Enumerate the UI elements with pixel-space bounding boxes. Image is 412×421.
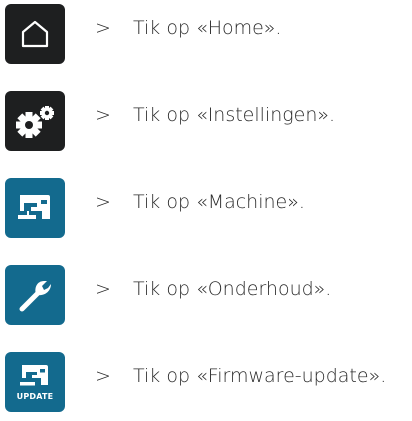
step-maintenance: > Tik op «Onderhoud». <box>0 265 412 325</box>
step-home: > Tik op «Home». <box>0 4 412 64</box>
step-settings: > Tik op «Instellingen». <box>0 91 412 151</box>
maintenance-button[interactable] <box>5 265 65 325</box>
firmware-update-button[interactable]: UPDATE <box>5 352 65 412</box>
home-icon <box>21 20 49 48</box>
step-text: Tik op «Home». <box>133 17 282 39</box>
step-bullet: > <box>95 104 111 126</box>
sewing-machine-icon <box>18 195 50 219</box>
wrench-icon <box>19 281 51 312</box>
step-bullet: > <box>95 365 111 387</box>
step-machine: > Tik op «Machine». <box>0 178 412 238</box>
settings-button[interactable] <box>5 91 65 151</box>
machine-button[interactable] <box>5 178 65 238</box>
step-bullet: > <box>95 17 111 39</box>
update-icon-label: UPDATE <box>16 392 54 401</box>
step-bullet: > <box>95 278 111 300</box>
step-text: Tik op «Onderhoud». <box>133 278 332 300</box>
firmware-update-icon <box>20 365 48 386</box>
step-bullet: > <box>95 191 111 213</box>
home-button[interactable] <box>5 4 65 64</box>
gears-icon <box>16 106 54 138</box>
step-text: Tik op «Firmware-update». <box>133 365 387 387</box>
step-text: Tik op «Machine». <box>133 191 305 213</box>
step-firmware-update: UPDATE > Tik op «Firmware-update». <box>0 352 412 412</box>
step-text: Tik op «Instellingen». <box>133 104 336 126</box>
